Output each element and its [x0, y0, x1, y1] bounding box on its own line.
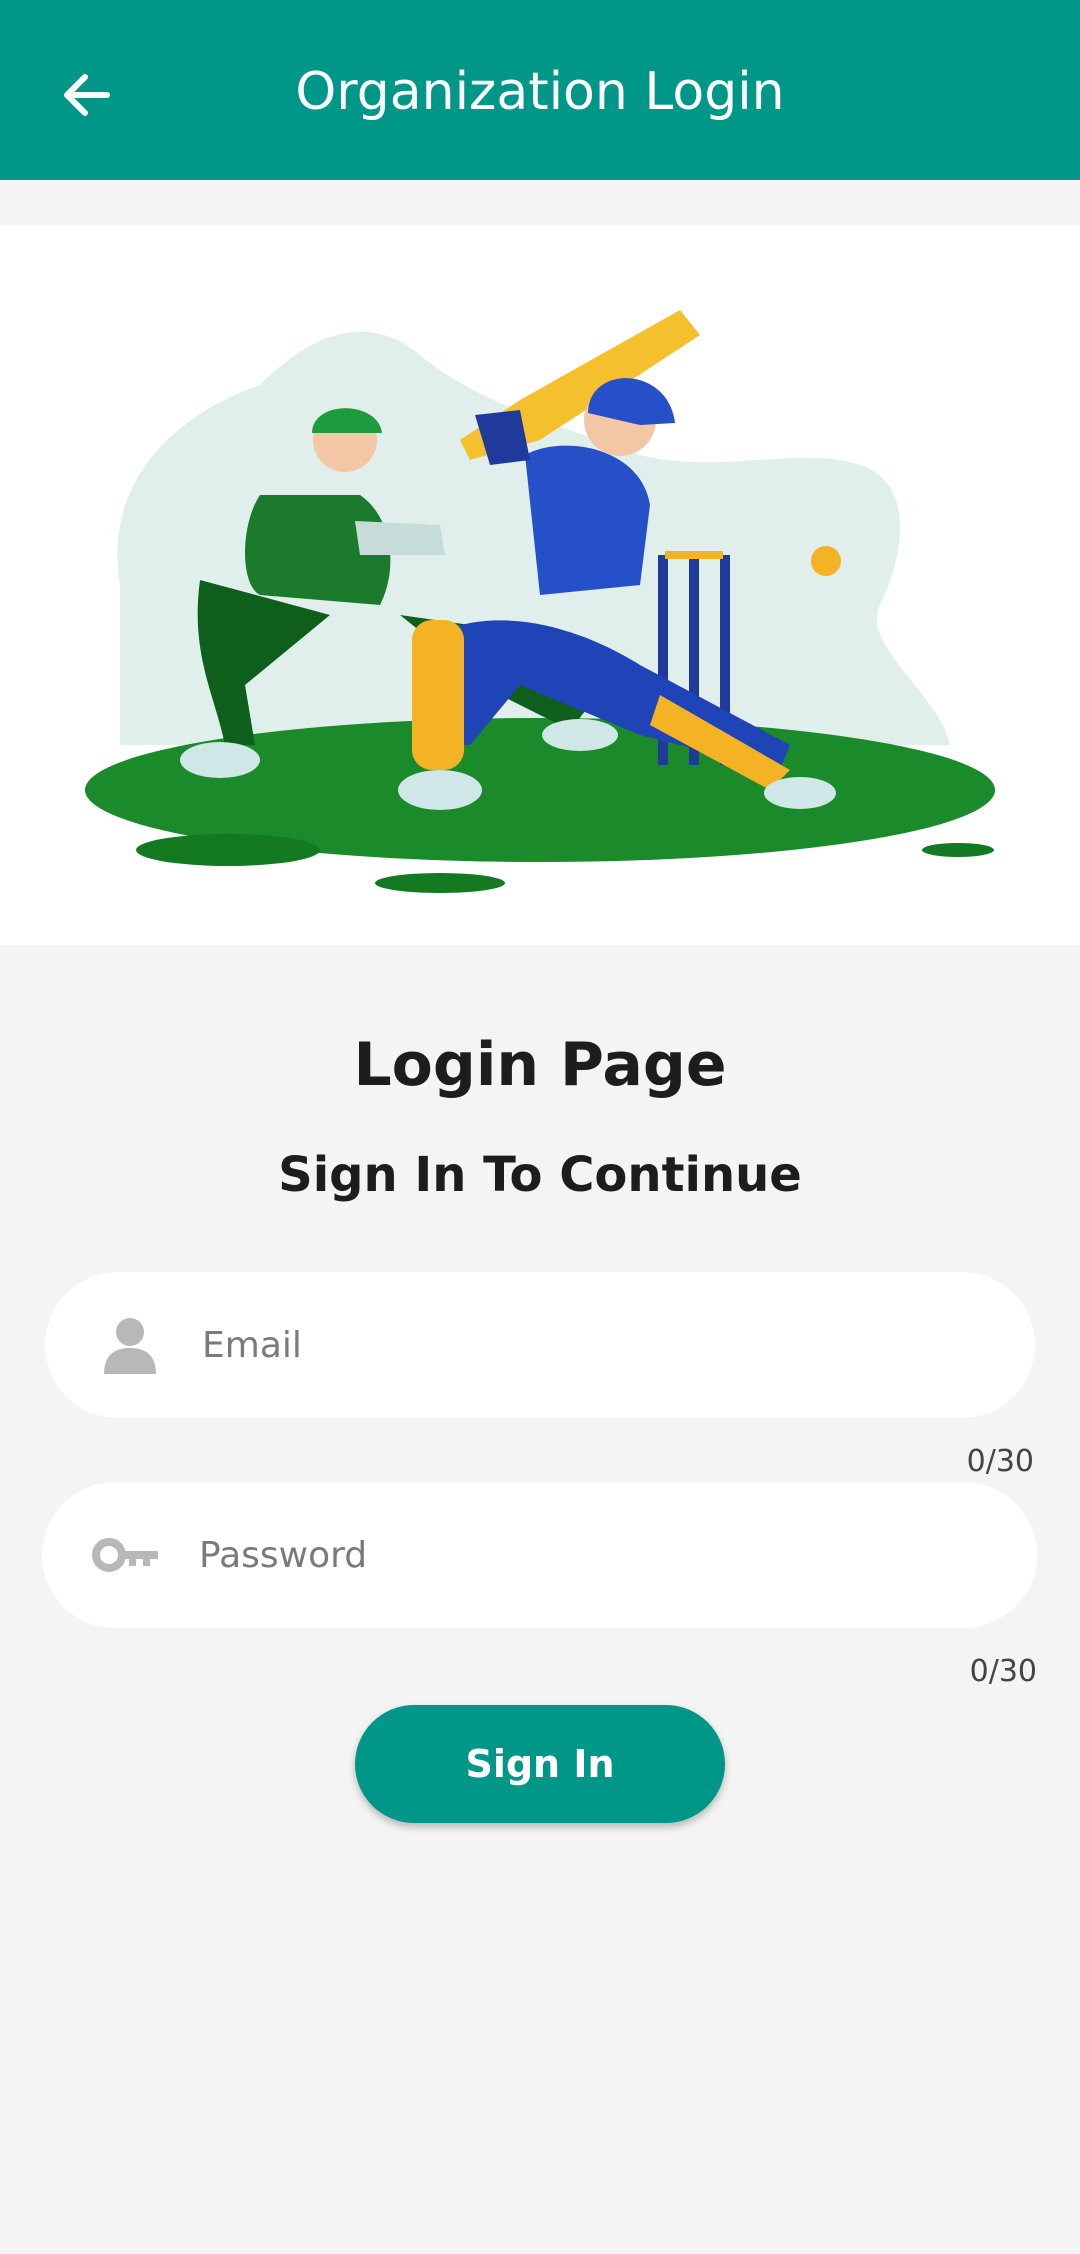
grass-patch	[375, 873, 505, 893]
password-char-counter: 0/30	[969, 1654, 1037, 1689]
login-subtitle: Sign In To Continue	[278, 1147, 802, 1203]
person-icon	[70, 1272, 190, 1418]
hero-illustration	[0, 225, 1080, 945]
email-char-counter: 0/30	[966, 1444, 1034, 1479]
email-input[interactable]	[200, 1323, 964, 1367]
password-input[interactable]	[197, 1533, 961, 1577]
app-bar: Organization Login	[0, 0, 1080, 180]
grass-patch	[922, 843, 994, 857]
app-bar-title: Organization Login	[295, 62, 785, 122]
sign-in-button[interactable]: Sign In	[355, 1705, 725, 1823]
login-title: Login Page	[353, 1030, 727, 1100]
key-icon	[67, 1482, 187, 1628]
grass-patch	[136, 834, 320, 866]
cricket-ball	[811, 546, 841, 576]
email-field[interactable]	[45, 1272, 1035, 1418]
password-field[interactable]	[42, 1482, 1037, 1628]
